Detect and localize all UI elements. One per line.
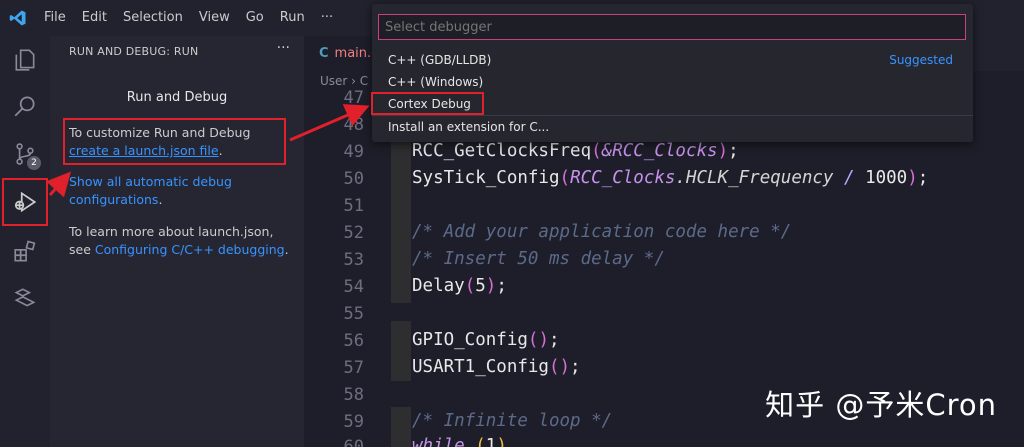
extensions-icon[interactable]: [5, 232, 45, 272]
line-number: 49: [343, 142, 364, 162]
run-debug-sidebar: RUN AND DEBUG: RUN ··· Run and Debug To …: [50, 36, 304, 447]
code-token: 5: [475, 276, 486, 296]
menu-more[interactable]: ···: [313, 0, 341, 36]
line-number: 56: [343, 331, 364, 351]
code-token: RCC_Clocks: [570, 168, 676, 188]
customize-highlight: [63, 118, 286, 165]
remote-explorer-icon[interactable]: [5, 278, 45, 318]
breadcrumb[interactable]: User › C: [320, 74, 368, 88]
source-control-icon[interactable]: 2: [5, 134, 45, 174]
code-token: 1000: [865, 168, 908, 188]
indent-guide: [391, 136, 411, 303]
run-debug-highlight: [2, 178, 48, 226]
select-debugger-input[interactable]: [378, 14, 966, 40]
suggested-tag: Suggested: [889, 53, 953, 67]
configuring-debugging-link[interactable]: Configuring C/C++ debugging: [95, 242, 285, 257]
line-number: 47: [343, 88, 364, 108]
debugger-option-gdb-lldb[interactable]: C++ (GDB/LLDB) Suggested: [372, 49, 973, 71]
watermark: 知乎 @予米Cron: [765, 388, 997, 422]
option-label: Install an extension for C...: [388, 120, 550, 134]
option-label: C++ (GDB/LLDB): [388, 53, 492, 67]
code-token: 1: [485, 436, 497, 447]
menu-edit[interactable]: Edit: [74, 0, 115, 36]
menu-file[interactable]: File: [36, 0, 74, 36]
option-label: C++ (Windows): [388, 75, 484, 89]
line-number: 57: [343, 358, 364, 378]
code-line-57[interactable]: USART1_Config();: [412, 357, 581, 377]
code-line-59[interactable]: /* Infinite loop */: [412, 411, 612, 431]
install-extension-option[interactable]: Install an extension for C...: [372, 116, 973, 138]
show-all-configurations-link[interactable]: Show all automatic debug configurations: [69, 174, 232, 207]
c-file-icon: C: [319, 46, 329, 61]
activity-bar: 2: [0, 36, 50, 447]
code-line-56[interactable]: GPIO_Config();: [412, 330, 560, 350]
code-token: &RCC_Clocks: [601, 141, 718, 161]
menu-selection[interactable]: Selection: [115, 0, 191, 36]
code-token: GPIO_Config: [412, 330, 528, 350]
menu-run[interactable]: Run: [272, 0, 313, 36]
debugger-option-windows[interactable]: C++ (Windows): [372, 71, 973, 93]
cortex-debug-highlight: [371, 92, 484, 115]
line-number: 58: [343, 385, 364, 405]
more-actions-icon[interactable]: ···: [277, 40, 290, 56]
indent-guide: [391, 407, 411, 447]
code-token: /: [833, 168, 866, 188]
code-token: RCC_GetClocksFreq: [412, 141, 592, 161]
code-token: Delay: [412, 276, 465, 296]
code-line-54[interactable]: Delay(5);: [412, 276, 507, 296]
explorer-icon[interactable]: [5, 40, 45, 80]
sidebar-title: RUN AND DEBUG: RUN: [69, 45, 199, 58]
line-number: 51: [343, 196, 364, 216]
search-icon[interactable]: [5, 86, 45, 126]
vscode-logo-icon: [0, 0, 36, 36]
code-token: USART1_Config: [412, 357, 549, 377]
select-debugger-quickpick: C++ (GDB/LLDB) Suggested C++ (Windows) C…: [371, 4, 973, 142]
indent-guide: [391, 321, 411, 381]
line-number: 59: [343, 412, 364, 432]
line-number: 54: [343, 277, 364, 297]
code-token: .HCLK_Frequency: [675, 168, 834, 188]
line-number: 50: [343, 169, 364, 189]
menu-go[interactable]: Go: [238, 0, 272, 36]
show-all-paragraph: Show all automatic debug configurations.: [69, 173, 291, 209]
menu-view[interactable]: View: [191, 0, 238, 36]
learn-paragraph: To learn more about launch.json, see Con…: [69, 223, 291, 259]
line-number: 53: [343, 250, 364, 270]
line-number: 55: [343, 304, 364, 324]
code-line-52[interactable]: /* Add your application code here */: [412, 222, 791, 242]
line-number: 60: [343, 437, 364, 447]
code-line-49[interactable]: RCC_GetClocksFreq(&RCC_Clocks);: [412, 141, 739, 161]
code-line-53[interactable]: /* Insert 50 ms delay */: [412, 249, 665, 269]
line-number: 52: [343, 223, 364, 243]
scm-badge: 2: [27, 156, 41, 170]
code-token: SysTick_Config: [412, 168, 560, 188]
learn-period: .: [284, 242, 289, 257]
code-line-60[interactable]: while (1): [412, 436, 507, 447]
code-line-50[interactable]: SysTick_Config(RCC_Clocks.HCLK_Frequency…: [412, 168, 928, 188]
code-token: while: [412, 436, 465, 447]
run-debug-heading: Run and Debug: [126, 90, 228, 105]
line-number: 48: [343, 115, 364, 135]
show-all-period: .: [158, 192, 163, 207]
